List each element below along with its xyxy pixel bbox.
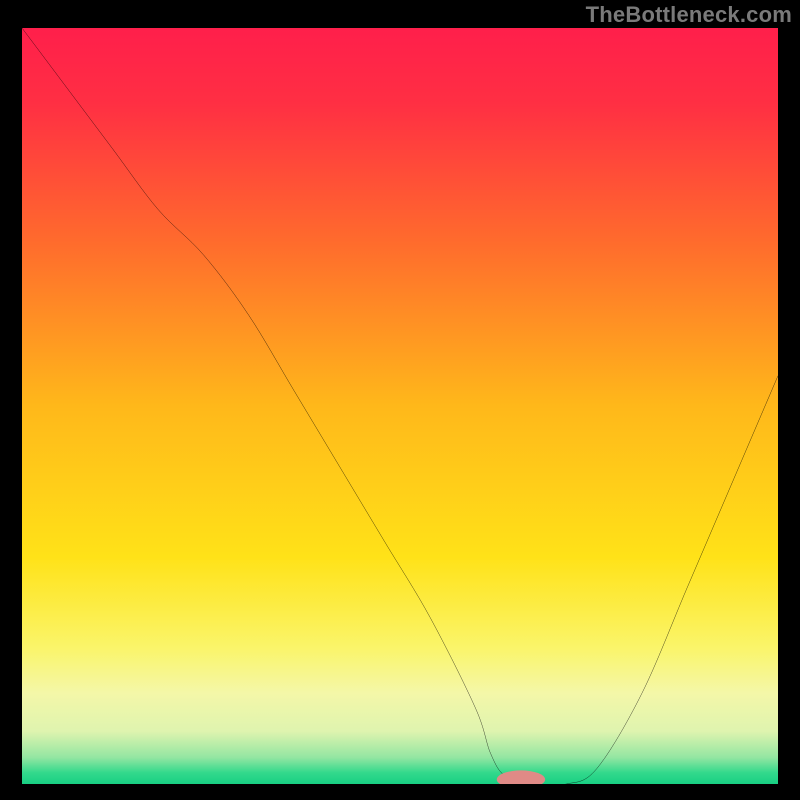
chart-frame: TheBottleneck.com bbox=[0, 0, 800, 800]
plot-background bbox=[22, 28, 778, 784]
watermark-label: TheBottleneck.com bbox=[586, 2, 792, 28]
bottleneck-chart bbox=[22, 28, 778, 784]
